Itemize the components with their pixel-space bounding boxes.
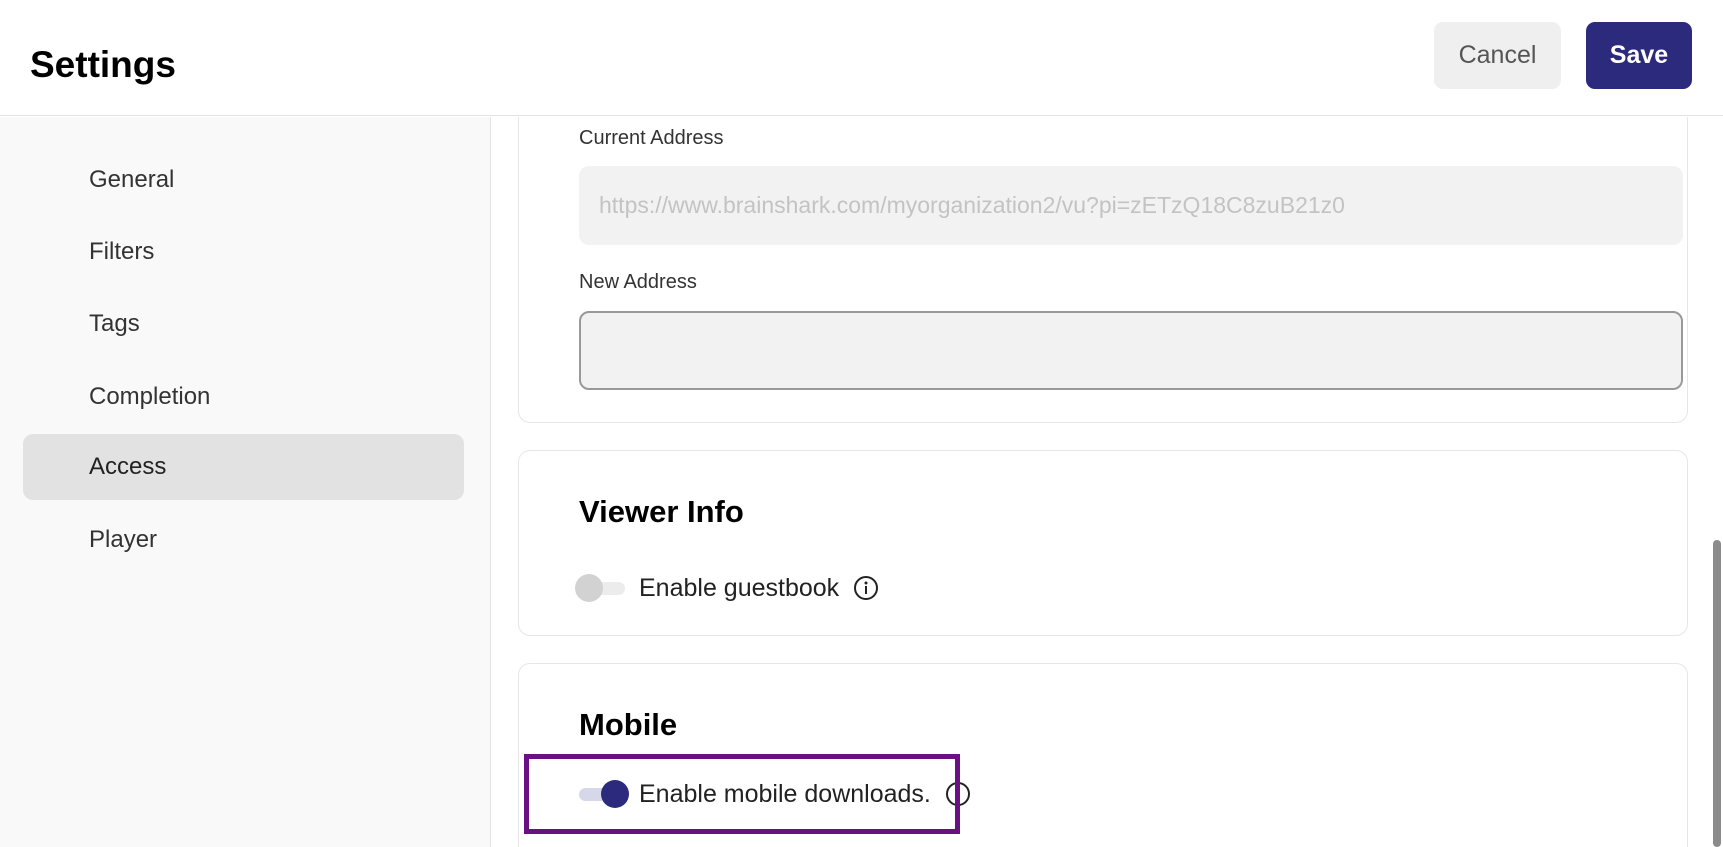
page-title: Settings xyxy=(30,44,176,85)
sidebar-item-filters[interactable]: Filters xyxy=(23,219,464,285)
viewer-info-title: Viewer Info xyxy=(579,494,744,529)
settings-content: Current Address https://www.brainshark.c… xyxy=(492,117,1723,847)
toggle-knob xyxy=(575,574,603,602)
mobile-card: Mobile Enable mobile downloads. xyxy=(518,663,1688,847)
new-address-label: New Address xyxy=(579,271,697,293)
cancel-button[interactable]: Cancel xyxy=(1434,22,1561,89)
info-circle-icon[interactable] xyxy=(945,781,971,807)
current-address-field: https://www.brainshark.com/myorganizatio… xyxy=(579,166,1683,245)
mobile-downloads-row: Enable mobile downloads. xyxy=(575,774,971,814)
sidebar-item-tags[interactable]: Tags xyxy=(23,291,464,357)
sidebar-item-player[interactable]: Player xyxy=(23,507,464,573)
guestbook-toggle[interactable] xyxy=(575,573,627,603)
guestbook-label: Enable guestbook xyxy=(639,573,840,602)
sidebar-item-general[interactable]: General xyxy=(23,147,464,213)
info-circle-icon[interactable] xyxy=(853,575,879,601)
scrollbar-thumb[interactable] xyxy=(1713,540,1721,847)
sidebar-item-access[interactable]: Access xyxy=(23,434,464,500)
guestbook-row: Enable guestbook xyxy=(575,568,879,608)
mobile-title: Mobile xyxy=(579,707,678,742)
settings-sidebar: General Filters Tags Completion Access P… xyxy=(0,117,491,847)
sidebar-item-completion[interactable]: Completion xyxy=(23,364,464,430)
toggle-knob xyxy=(601,780,629,808)
new-address-input[interactable] xyxy=(579,311,1683,390)
settings-header: Settings Cancel Save xyxy=(0,0,1723,116)
mobile-downloads-toggle[interactable] xyxy=(575,779,629,809)
current-address-label: Current Address xyxy=(579,127,724,149)
address-card: Current Address https://www.brainshark.c… xyxy=(518,117,1688,423)
viewer-info-card: Viewer Info Enable guestbook xyxy=(518,450,1688,636)
mobile-downloads-label: Enable mobile downloads. xyxy=(639,779,931,808)
save-button[interactable]: Save xyxy=(1586,22,1692,89)
